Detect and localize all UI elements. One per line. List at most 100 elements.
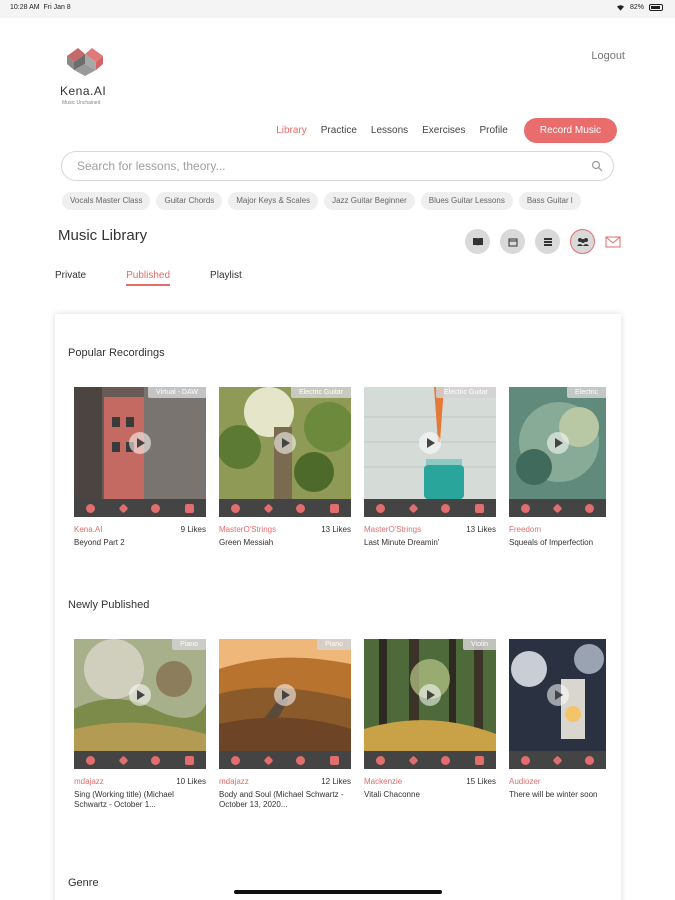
card-thumbnail[interactable]: Electric — [509, 387, 606, 499]
share-icon[interactable] — [86, 503, 96, 513]
tab-private[interactable]: Private — [55, 270, 86, 286]
nav-profile[interactable]: Profile — [480, 125, 508, 136]
play-icon[interactable] — [419, 432, 441, 454]
link-icon[interactable] — [263, 503, 274, 513]
card-title: Sing (Working title) (Michael Schwartz -… — [74, 790, 174, 809]
card-author[interactable]: mdajazz — [219, 777, 249, 786]
share-icon[interactable] — [376, 503, 386, 513]
card-title: Beyond Part 2 — [74, 538, 125, 547]
book-view-button[interactable] — [465, 229, 490, 254]
play-icon[interactable] — [546, 432, 569, 454]
add-icon[interactable] — [441, 755, 451, 765]
recording-card[interactable]: Electric Freedom Squeals of Imperfection — [509, 387, 606, 548]
card-likes: 9 Likes — [180, 525, 206, 534]
thumbs-up-icon[interactable] — [474, 755, 484, 765]
card-actions — [219, 751, 351, 769]
recording-card[interactable]: Electric Guitar MasterO'Strings 13 Likes … — [364, 387, 496, 548]
card-author[interactable]: Audiozer — [509, 777, 541, 786]
share-icon[interactable] — [86, 755, 96, 765]
add-icon[interactable] — [151, 755, 161, 765]
link-icon[interactable] — [408, 755, 419, 765]
recording-card[interactable]: Electric Guitar MasterO'Strings 13 Likes … — [219, 387, 351, 548]
card-thumbnail[interactable]: Virtual - DAW — [74, 387, 206, 499]
wifi-icon — [616, 5, 624, 11]
recording-card[interactable]: Piano mdajazz 10 Likes Sing (Working titl… — [74, 639, 206, 810]
thumbs-up-icon[interactable] — [329, 755, 339, 765]
nav-lessons[interactable]: Lessons — [371, 125, 408, 136]
chip-bass-guitar[interactable]: Bass Guitar l — [518, 192, 581, 210]
link-icon[interactable] — [118, 503, 129, 513]
card-thumbnail[interactable]: Electric Guitar — [364, 387, 496, 499]
recording-card[interactable]: Piano mdajazz 12 Likes Body and Soul (Mic… — [219, 639, 351, 810]
card-author[interactable]: Kena.AI — [74, 525, 102, 534]
thumbs-up-icon[interactable] — [329, 503, 339, 513]
chip-blues-guitar-lessons[interactable]: Blues Guitar Lessons — [420, 192, 513, 210]
search-placeholder: Search for lessons, theory... — [77, 159, 226, 173]
card-title: Body and Soul (Michael Schwartz - Octobe… — [219, 790, 344, 809]
calendar-view-button[interactable] — [500, 229, 525, 254]
instrument-badge: Violin — [463, 639, 496, 650]
mail-icon[interactable] — [605, 236, 621, 248]
card-thumbnail[interactable]: Piano — [219, 639, 351, 751]
search-icon[interactable] — [591, 160, 603, 172]
add-icon[interactable] — [296, 755, 306, 765]
play-icon[interactable] — [274, 432, 296, 454]
add-icon[interactable] — [296, 503, 306, 513]
card-thumbnail[interactable]: Piano — [74, 639, 206, 751]
thumbs-up-icon[interactable] — [474, 503, 484, 513]
list-view-button[interactable] — [535, 229, 560, 254]
card-thumbnail[interactable]: Electric Guitar — [219, 387, 351, 499]
card-author[interactable]: Mackenzie — [364, 777, 402, 786]
play-icon[interactable] — [419, 684, 441, 706]
group-view-button[interactable] — [570, 229, 595, 254]
share-icon[interactable] — [231, 755, 241, 765]
brand-name: Kena.AI — [60, 84, 107, 98]
play-icon[interactable] — [129, 432, 151, 454]
card-author[interactable]: mdajazz — [74, 777, 104, 786]
search-input[interactable]: Search for lessons, theory... — [61, 151, 614, 181]
chip-jazz-guitar-beginner[interactable]: Jazz Guitar Beginner — [324, 192, 415, 210]
logout-link[interactable]: Logout — [591, 50, 625, 62]
card-author[interactable]: MasterO'Strings — [219, 525, 276, 534]
nav-practice[interactable]: Practice — [321, 125, 357, 136]
add-icon[interactable] — [585, 755, 594, 765]
share-icon[interactable] — [376, 755, 386, 765]
nav-library[interactable]: Library — [276, 125, 307, 136]
link-icon[interactable] — [263, 755, 274, 765]
card-thumbnail[interactable]: Violin — [364, 639, 496, 751]
recording-card[interactable]: Virtual - DAW Kena.AI 9 Likes Beyond Part… — [74, 387, 206, 548]
card-thumbnail[interactable] — [509, 639, 606, 751]
chip-vocals-master-class[interactable]: Vocals Master Class — [62, 192, 151, 210]
kena-logo-icon — [67, 48, 103, 76]
card-author[interactable]: MasterO'Strings — [364, 525, 421, 534]
link-icon[interactable] — [552, 503, 563, 513]
add-icon[interactable] — [585, 503, 594, 513]
calendar-icon — [508, 238, 517, 246]
link-icon[interactable] — [552, 755, 563, 765]
recording-card[interactable]: Violin Mackenzie 15 Likes Vitali Chaconne — [364, 639, 496, 810]
record-music-button[interactable]: Record Music — [523, 118, 617, 143]
play-icon[interactable] — [274, 684, 296, 706]
share-icon[interactable] — [231, 503, 241, 513]
tab-playlist[interactable]: Playlist — [210, 270, 242, 286]
recording-card[interactable]: Audiozer There will be winter soon — [509, 639, 606, 810]
chip-major-keys-scales[interactable]: Major Keys & Scales — [228, 192, 319, 210]
brand-tagline: Music Unchained — [62, 100, 101, 106]
share-icon[interactable] — [521, 755, 530, 765]
logo[interactable] — [62, 44, 112, 78]
share-icon[interactable] — [521, 503, 530, 513]
nav-exercises[interactable]: Exercises — [422, 125, 465, 136]
add-icon[interactable] — [151, 503, 161, 513]
thumbs-up-icon[interactable] — [184, 755, 194, 765]
tab-published[interactable]: Published — [126, 270, 171, 286]
card-actions — [74, 499, 206, 517]
link-icon[interactable] — [408, 503, 419, 513]
play-icon[interactable] — [546, 684, 569, 706]
chip-guitar-chords[interactable]: Guitar Chords — [156, 192, 223, 210]
add-icon[interactable] — [441, 503, 451, 513]
play-icon[interactable] — [129, 684, 151, 706]
thumbs-up-icon[interactable] — [184, 503, 194, 513]
home-indicator[interactable] — [234, 890, 442, 894]
link-icon[interactable] — [118, 755, 129, 765]
card-author[interactable]: Freedom — [509, 525, 541, 534]
